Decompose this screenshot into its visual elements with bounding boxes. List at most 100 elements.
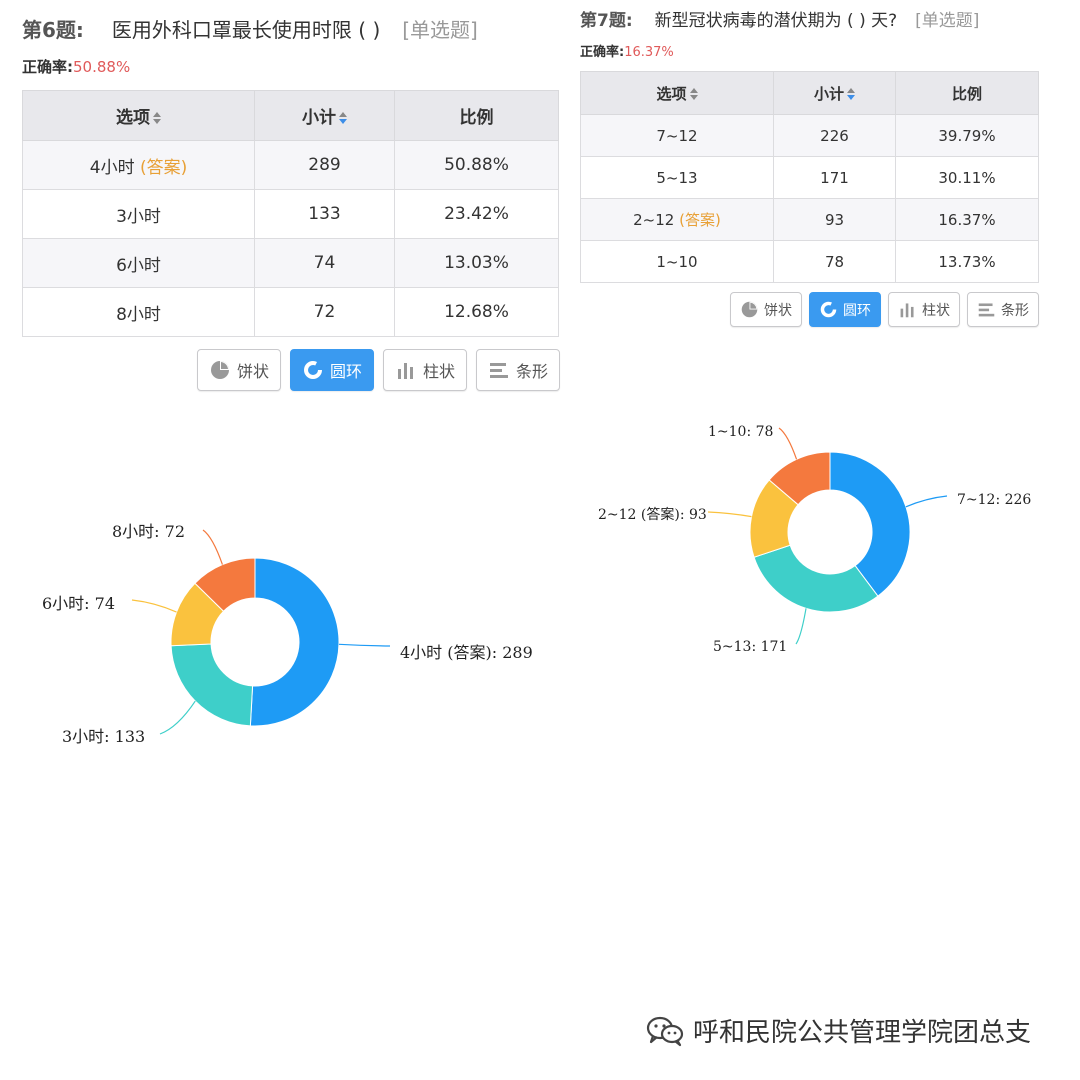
percent-cell: 16.37% (895, 198, 1039, 241)
column-header-option[interactable]: 选项 (22, 90, 255, 141)
donut-slice[interactable] (753, 544, 879, 613)
question-7-title: 第7题: 新型冠状病毒的潜伏期为 ( ) 天? [单选题] (580, 6, 979, 31)
leader-line (131, 599, 177, 613)
chart-type-buttons: 饼状 圆环 柱状 条形 (197, 349, 569, 391)
wechat-icon (646, 1016, 684, 1046)
leader-line (778, 427, 798, 460)
column-header-count[interactable]: 小计 (254, 90, 395, 141)
table-header-row: 选项 小计 比例 (22, 90, 559, 141)
answer-tag: (答案) (679, 211, 721, 229)
hbar-icon (978, 303, 995, 317)
sort-icon[interactable] (339, 112, 347, 124)
question-text: 医用外科口罩最长使用时限 ( ) (111, 18, 381, 42)
percent-cell: 23.42% (394, 189, 559, 239)
option-cell: 1~10 (580, 240, 774, 283)
percent-cell: 39.79% (895, 114, 1039, 157)
sort-icon[interactable] (153, 112, 161, 124)
slice-label: 8小时: 72 (112, 522, 185, 541)
pie-icon (210, 361, 229, 379)
percent-cell: 30.11% (895, 156, 1039, 199)
question-7-donut-chart: 7~12: 226 5~13: 171 2~12 (答案): 93 1~10: 78 (598, 424, 1031, 655)
slice-label: 3小时: 133 (62, 727, 145, 746)
slice-label: 1~10: 78 (708, 424, 773, 440)
ring-icon (303, 361, 322, 379)
footer-text: 呼和民院公共管理学院团总支 (693, 1018, 1032, 1048)
column-chart-button[interactable]: 柱状 (383, 349, 467, 391)
question-type: [单选题] (402, 18, 478, 42)
question-6-donut-chart: 4小时 (答案): 289 3小时: 133 6小时: 74 8小时: 72 (42, 522, 533, 746)
column-chart-button[interactable]: 柱状 (888, 292, 960, 327)
pie-icon (741, 301, 758, 318)
count-cell: 72 (254, 287, 395, 337)
percent-cell: 13.03% (394, 238, 559, 288)
leader-line (795, 608, 807, 645)
option-cell: 5~13 (580, 156, 774, 199)
question-text: 新型冠状病毒的潜伏期为 ( ) 天? (654, 11, 898, 31)
leader-line (905, 495, 948, 508)
correct-rate: 正确率:16.37% (580, 41, 674, 60)
pie-chart-button[interactable]: 饼状 (730, 292, 802, 327)
count-cell: 226 (773, 114, 896, 157)
option-cell: 6小时 (22, 238, 255, 288)
leader-line (338, 643, 391, 647)
correct-rate-label: 正确率: (580, 45, 625, 60)
option-cell: 3小时 (22, 189, 255, 239)
results-table: 选项 小计 比例 7~12 226 39.79% 5~13 171 30.11%… (580, 71, 1039, 283)
table-row: 7~12 226 39.79% (580, 114, 1039, 157)
question-number: 第7题: (580, 11, 633, 31)
percent-cell: 50.88% (394, 140, 559, 190)
table-row: 1~10 78 13.73% (580, 240, 1039, 283)
count-cell: 171 (773, 156, 896, 199)
slice-label: 4小时 (答案): 289 (400, 643, 533, 662)
count-cell: 74 (254, 238, 395, 288)
correct-rate-value: 16.37% (624, 45, 674, 60)
option-cell: 4小时 (答案) (22, 140, 255, 190)
column-header-percent: 比例 (895, 71, 1039, 115)
sort-icon[interactable] (689, 88, 698, 100)
option-cell: 8小时 (22, 287, 255, 337)
pie-chart-button[interactable]: 饼状 (197, 349, 281, 391)
leader-line (202, 529, 223, 565)
question-type: [单选题] (915, 11, 980, 31)
footer-brand: 呼和民院公共管理学院团总支 (645, 1012, 1031, 1049)
slice-label: 5~13: 171 (713, 639, 787, 655)
count-cell: 93 (773, 198, 896, 241)
table-row: 3小时 133 23.42% (22, 189, 559, 239)
donut-slice[interactable] (249, 557, 340, 727)
option-cell: 7~12 (580, 114, 774, 157)
sort-icon[interactable] (847, 88, 855, 100)
leader-line (159, 700, 196, 735)
answer-tag: (答案) (139, 157, 188, 178)
count-cell: 289 (254, 140, 395, 190)
question-number: 第6题: (22, 18, 84, 42)
column-header-option[interactable]: 选项 (580, 71, 774, 115)
bar-icon (397, 363, 413, 379)
bar-icon (900, 303, 914, 318)
table-row: 5~13 171 30.11% (580, 156, 1039, 199)
donut-slice[interactable] (170, 643, 254, 727)
correct-rate-value: 50.88% (73, 58, 131, 76)
column-header-count[interactable]: 小计 (773, 71, 896, 115)
chart-type-buttons: 饼状 圆环 柱状 条形 (730, 292, 1046, 327)
percent-cell: 13.73% (895, 240, 1039, 283)
count-cell: 78 (773, 240, 896, 283)
table-row: 8小时 72 12.68% (22, 287, 559, 337)
table-row: 6小时 74 13.03% (22, 238, 559, 288)
bar-chart-button[interactable]: 条形 (476, 349, 560, 391)
correct-rate-label: 正确率: (22, 58, 73, 76)
leader-line (707, 511, 752, 518)
count-cell: 133 (254, 189, 395, 239)
ring-icon (820, 301, 837, 318)
table-row: 4小时 (答案) 289 50.88% (22, 140, 559, 190)
slice-label: 7~12: 226 (957, 492, 1031, 508)
percent-cell: 12.68% (394, 287, 559, 337)
slice-label: 2~12 (答案): 93 (598, 506, 707, 523)
slice-label: 6小时: 74 (42, 594, 115, 613)
results-table: 选项 小计 比例 4小时 (答案) 289 50.88% 3小时 133 23.… (22, 90, 559, 337)
donut-chart-button[interactable]: 圆环 (809, 292, 881, 327)
bar-chart-button[interactable]: 条形 (967, 292, 1039, 327)
donut-chart-button[interactable]: 圆环 (290, 349, 374, 391)
table-row: 2~12 (答案) 93 16.37% (580, 198, 1039, 241)
column-header-percent: 比例 (394, 90, 559, 141)
correct-rate: 正确率:50.88% (22, 56, 130, 77)
